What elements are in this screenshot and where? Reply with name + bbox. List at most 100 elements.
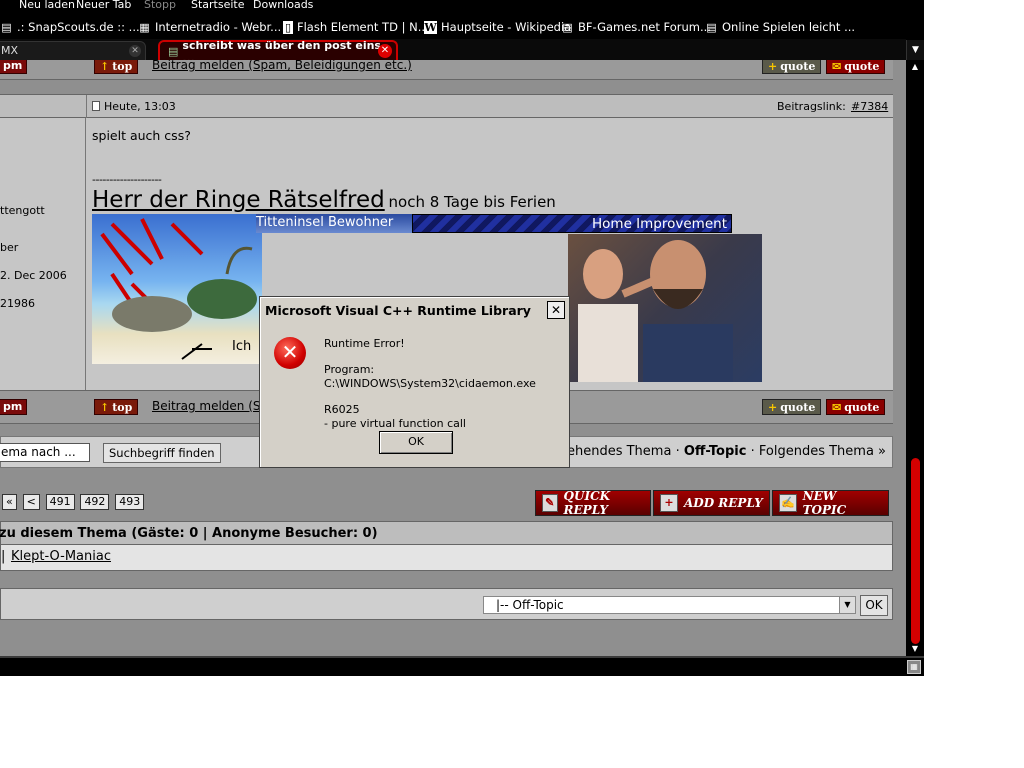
- top-button[interactable]: ↑ top: [94, 399, 139, 415]
- runtime-error-dialog: Microsoft Visual C++ Runtime Library ✕ ✕…: [259, 296, 570, 468]
- chevron-down-icon[interactable]: ▼: [839, 597, 855, 613]
- online-users-row: | Klept-O-Maniac: [0, 545, 893, 571]
- downloads-button[interactable]: Downloads: [253, 0, 313, 11]
- dialog-message: Runtime Error! Program: C:\WINDOWS\Syste…: [324, 337, 536, 430]
- user-type: ber: [0, 241, 19, 254]
- speech-icon: ✉: [832, 60, 842, 73]
- island-illustration: Ich: [100, 218, 257, 360]
- radio-icon: ▦: [139, 20, 150, 34]
- page-491[interactable]: 491: [45, 494, 75, 510]
- add-reply-button[interactable]: + Add Reply: [653, 490, 770, 516]
- signature-banner-home-improvement: Home Improvement: [412, 214, 732, 233]
- bookmark-online-spielen[interactable]: ▤ Online Spielen leicht ...: [705, 20, 855, 34]
- next-thread-link[interactable]: Folgendes Thema »: [759, 444, 886, 459]
- scroll-up-icon[interactable]: ▲: [906, 60, 924, 74]
- cash-icon: ▤: [168, 45, 179, 58]
- browser-window: Neu laden Neuer Tab Stopp Startseite Dow…: [0, 0, 924, 676]
- bookmark-wikipedia[interactable]: W Hauptseite - Wikipedia: [424, 20, 571, 34]
- speech-icon: ✉: [832, 400, 842, 414]
- post-text: spielt auch css?: [92, 128, 191, 143]
- reload-button[interactable]: Neu laden: [19, 0, 75, 11]
- user-posts: 21986: [0, 297, 35, 310]
- tab-inactive[interactable]: MX ✕: [0, 41, 146, 61]
- signature-link[interactable]: Herr der Ringe Rätselfred: [92, 187, 385, 213]
- signature-separator: --------------------: [92, 173, 162, 186]
- user-joined: 2. Dec 2006: [0, 269, 67, 282]
- bookmark-bf-games[interactable]: ▤ BF-Games.net Forum...: [561, 20, 711, 34]
- bookmarks-bar: ▤ .: SnapScouts.de :: ... ▦ Internetradi…: [0, 16, 924, 38]
- signature-banner-titten: Titteninsel Bewohner: [256, 214, 412, 233]
- user-info-column: ttengott ber 2. Dec 2006 21986: [0, 118, 86, 390]
- plus-icon: +: [768, 60, 778, 73]
- forum-jump-select[interactable]: |-- Off-Topic ▼: [483, 596, 856, 614]
- cash-icon: ▤: [1, 20, 12, 34]
- tab-list-button[interactable]: ▼: [906, 40, 924, 60]
- dialog-ok-button[interactable]: OK: [379, 431, 453, 454]
- close-tab-icon[interactable]: ✕: [378, 44, 392, 58]
- close-tab-icon[interactable]: ✕: [129, 45, 141, 57]
- forum-page: pm ↑ top Beitrag melden (Spam, Beleidigu…: [0, 60, 906, 656]
- report-post-link[interactable]: Beitrag melden (Spam, Beleidigungen etc.…: [152, 60, 412, 72]
- forum-jump-ok-button[interactable]: OK: [860, 595, 888, 616]
- bookmark-internetradio[interactable]: ▦ Internetradio - Webr...: [138, 20, 281, 34]
- page-493[interactable]: 493: [115, 494, 145, 510]
- prev-page-button[interactable]: <: [22, 494, 40, 510]
- navigation-toolbar: Neu laden Neuer Tab Stopp Startseite Dow…: [0, 0, 924, 14]
- photo-people: [578, 240, 733, 382]
- signature-image-home-improvement: [568, 234, 762, 382]
- status-bar: ▦: [0, 656, 924, 676]
- arrow-up-icon: ↑: [100, 400, 110, 414]
- vertical-scrollbar[interactable]: ▲ ▼: [906, 60, 924, 656]
- home-button[interactable]: Startseite: [191, 0, 245, 11]
- bookmark-flash-element[interactable]: ▯ Flash Element TD | N...: [283, 20, 429, 34]
- new-tab-button[interactable]: Neuer Tab: [76, 0, 131, 11]
- post-link-label: Beitragslink:: [777, 100, 846, 113]
- quick-reply-icon: ✎: [542, 494, 558, 512]
- page-492[interactable]: 492: [80, 494, 110, 510]
- plus-icon: +: [768, 400, 778, 414]
- tab-active[interactable]: ▤ schreibt was über den post eins ... ✕: [158, 39, 398, 65]
- new-topic-button[interactable]: ✍ New Topic: [772, 489, 889, 517]
- scroll-down-icon[interactable]: ▼: [906, 642, 924, 656]
- dialog-close-button[interactable]: ✕: [547, 301, 565, 319]
- pagination: « < 491 492 493: [2, 494, 146, 510]
- online-user-link[interactable]: Klept-O-Maniac: [11, 549, 111, 564]
- online-users-header: zu diesem Thema (Gäste: 0 | Anonyme Besu…: [0, 521, 893, 545]
- page-icon: ▯: [283, 20, 293, 34]
- post-page-icon: [92, 101, 100, 111]
- post-action-bar-top: pm ↑ top Beitrag melden (Spam, Beleidigu…: [0, 60, 893, 80]
- search-input[interactable]: ema nach ...: [0, 443, 90, 462]
- stop-button[interactable]: Stopp: [144, 0, 176, 11]
- post-header: Heute, 13:03 Beitragslink: #7384: [0, 94, 893, 119]
- user-rank: ttengott: [0, 204, 45, 217]
- pm-button[interactable]: pm: [0, 399, 28, 415]
- top-button[interactable]: ↑ top: [94, 60, 139, 74]
- tab-strip: MX ✕ ▤ schreibt was über den post eins .…: [0, 39, 906, 65]
- error-icon: ✕: [274, 337, 306, 369]
- sig-ich-label: Ich: [232, 339, 251, 354]
- signature-line: Herr der Ringe Rätselfred noch 8 Tage bi…: [92, 187, 556, 213]
- new-topic-icon: ✍: [779, 494, 797, 512]
- page-bottom: [0, 620, 893, 656]
- status-grid-icon[interactable]: ▦: [907, 660, 921, 674]
- pager-row: « < 491 492 493 ✎ Quick Reply + Add Repl…: [0, 484, 893, 520]
- quote-plus-button[interactable]: + quote: [762, 399, 822, 415]
- add-reply-icon: +: [660, 494, 678, 512]
- signature-note: noch 8 Tage bis Ferien: [388, 193, 556, 211]
- quote-plus-button[interactable]: + quote: [762, 60, 822, 74]
- current-forum: Off-Topic: [683, 444, 747, 459]
- quote-button[interactable]: ✉ quote: [826, 60, 886, 74]
- cash-icon: ▤: [706, 20, 717, 34]
- arrow-up-icon: ↑: [100, 60, 110, 73]
- pm-button[interactable]: pm: [0, 60, 28, 74]
- quick-reply-button[interactable]: ✎ Quick Reply: [535, 489, 651, 517]
- post-date: Heute, 13:03: [104, 100, 176, 113]
- search-button[interactable]: Suchbegriff finden: [103, 443, 221, 463]
- scroll-thumb[interactable]: [911, 458, 920, 644]
- bookmark-snapscouts[interactable]: ▤ .: SnapScouts.de :: ...: [0, 20, 139, 34]
- post-link-number[interactable]: #7384: [851, 100, 888, 113]
- first-page-button[interactable]: «: [2, 494, 17, 510]
- forum-jump-row: |-- Off-Topic ▼ OK: [0, 588, 893, 620]
- quote-button[interactable]: ✉ quote: [826, 399, 886, 415]
- cash-icon: ▤: [562, 20, 573, 34]
